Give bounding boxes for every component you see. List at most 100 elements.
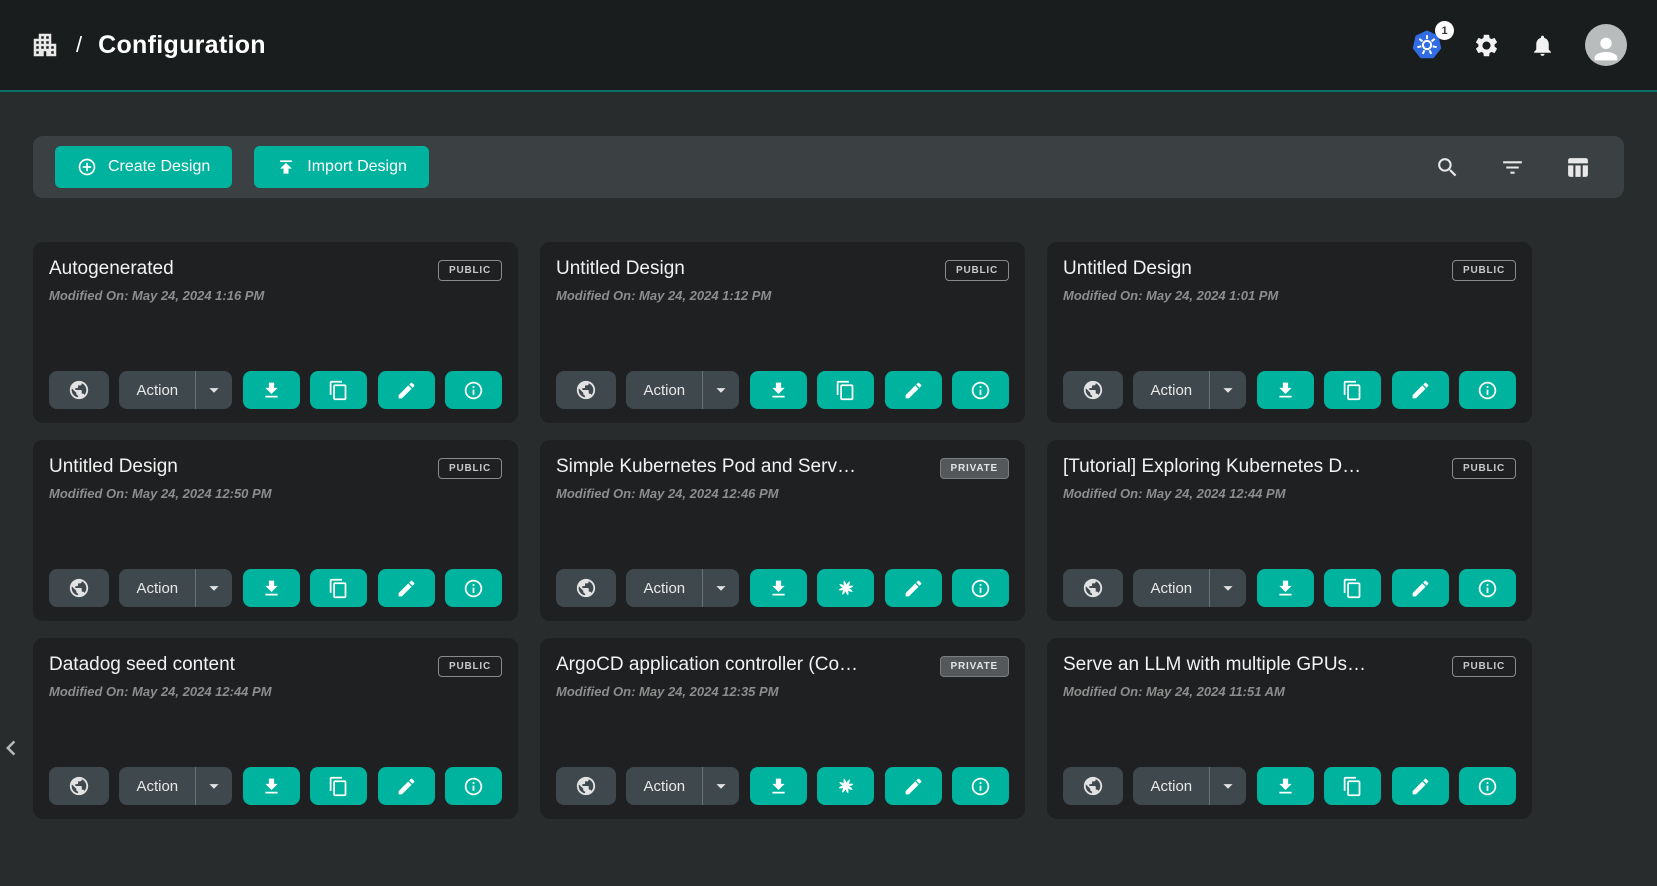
download-button[interactable] <box>243 767 300 805</box>
info-button[interactable] <box>1459 569 1516 607</box>
table-view-button[interactable] <box>1565 155 1590 180</box>
action-button[interactable]: Action <box>626 569 702 607</box>
user-avatar[interactable] <box>1585 24 1627 66</box>
visibility-globe-button[interactable] <box>49 767 109 805</box>
design-card[interactable]: Untitled Design PUBLIC Modified On: May … <box>1047 242 1532 423</box>
visibility-globe-button[interactable] <box>556 569 616 607</box>
clone-button[interactable] <box>1324 767 1381 805</box>
action-dropdown-button[interactable] <box>703 767 739 805</box>
action-button[interactable]: Action <box>119 569 195 607</box>
edit-button[interactable] <box>378 767 435 805</box>
card-actions: Action <box>49 371 502 409</box>
edit-button[interactable] <box>378 569 435 607</box>
design-card[interactable]: Autogenerated PUBLIC Modified On: May 24… <box>33 242 518 423</box>
action-split-button: Action <box>626 371 739 409</box>
kubernetes-context-button[interactable]: 1 <box>1411 29 1443 61</box>
pencil-icon <box>903 380 924 401</box>
action-dropdown-button[interactable] <box>196 371 232 409</box>
action-button[interactable]: Action <box>626 371 702 409</box>
collapse-panel-chevron[interactable] <box>0 733 26 763</box>
search-button[interactable] <box>1435 155 1460 180</box>
download-button[interactable] <box>1257 767 1314 805</box>
download-icon <box>768 380 789 401</box>
action-button[interactable]: Action <box>626 767 702 805</box>
design-card[interactable]: ArgoCD application controller (Co… PRIVA… <box>540 638 1025 819</box>
design-card[interactable]: Untitled Design PUBLIC Modified On: May … <box>540 242 1025 423</box>
card-actions: Action <box>556 569 1009 607</box>
design-grid: Autogenerated PUBLIC Modified On: May 24… <box>33 242 1532 819</box>
clone-button[interactable] <box>817 371 874 409</box>
info-icon <box>463 578 484 599</box>
action-button[interactable]: Action <box>119 767 195 805</box>
info-button[interactable] <box>952 767 1009 805</box>
design-card[interactable]: Untitled Design PUBLIC Modified On: May … <box>33 440 518 621</box>
action-button[interactable]: Action <box>1133 767 1209 805</box>
clone-button[interactable] <box>310 569 367 607</box>
action-dropdown-button[interactable] <box>196 569 232 607</box>
clone-button[interactable] <box>310 371 367 409</box>
organization-building-icon[interactable] <box>30 30 60 60</box>
design-card[interactable]: Serve an LLM with multiple GPUs… PUBLIC … <box>1047 638 1532 819</box>
clone-button[interactable] <box>1324 371 1381 409</box>
pencil-icon <box>396 776 417 797</box>
download-button[interactable] <box>750 569 807 607</box>
visibility-globe-button[interactable] <box>1063 569 1123 607</box>
info-button[interactable] <box>445 767 502 805</box>
info-button[interactable] <box>445 569 502 607</box>
edit-button[interactable] <box>1392 767 1449 805</box>
globe-icon <box>1082 379 1104 401</box>
download-button[interactable] <box>1257 371 1314 409</box>
edit-button[interactable] <box>378 371 435 409</box>
visibility-globe-button[interactable] <box>556 767 616 805</box>
action-dropdown-button[interactable] <box>1210 767 1246 805</box>
action-dropdown-button[interactable] <box>1210 569 1246 607</box>
info-button[interactable] <box>1459 371 1516 409</box>
design-card[interactable]: Simple Kubernetes Pod and Serv… PRIVATE … <box>540 440 1025 621</box>
clone-button[interactable] <box>310 767 367 805</box>
info-button[interactable] <box>445 371 502 409</box>
meshery-deploy-button[interactable] <box>817 767 874 805</box>
meshery-deploy-button[interactable] <box>817 569 874 607</box>
download-button[interactable] <box>750 371 807 409</box>
edit-button[interactable] <box>1392 569 1449 607</box>
import-design-button[interactable]: Import Design <box>254 146 429 188</box>
action-button[interactable]: Action <box>119 371 195 409</box>
download-button[interactable] <box>243 569 300 607</box>
create-design-button[interactable]: Create Design <box>55 146 232 188</box>
info-button[interactable] <box>952 371 1009 409</box>
copy-icon <box>1342 578 1363 599</box>
edit-button[interactable] <box>885 371 942 409</box>
chevron-down-icon <box>1217 577 1239 599</box>
design-card[interactable]: [Tutorial] Exploring Kubernetes D… PUBLI… <box>1047 440 1532 621</box>
chevron-down-icon <box>1217 379 1239 401</box>
clone-button[interactable] <box>1324 569 1381 607</box>
action-dropdown-button[interactable] <box>196 767 232 805</box>
action-button[interactable]: Action <box>1133 569 1209 607</box>
edit-button[interactable] <box>885 569 942 607</box>
info-button[interactable] <box>952 569 1009 607</box>
action-button[interactable]: Action <box>1133 371 1209 409</box>
edit-button[interactable] <box>1392 371 1449 409</box>
settings-button[interactable] <box>1473 32 1500 59</box>
visibility-globe-button[interactable] <box>49 569 109 607</box>
visibility-globe-button[interactable] <box>556 371 616 409</box>
download-button[interactable] <box>750 767 807 805</box>
action-dropdown-button[interactable] <box>703 569 739 607</box>
visibility-badge: PUBLIC <box>438 260 502 281</box>
edit-button[interactable] <box>885 767 942 805</box>
info-button[interactable] <box>1459 767 1516 805</box>
download-button[interactable] <box>243 371 300 409</box>
modified-on: Modified On: May 24, 2024 12:44 PM <box>1063 486 1516 501</box>
globe-icon <box>575 379 597 401</box>
visibility-globe-button[interactable] <box>49 371 109 409</box>
visibility-badge: PRIVATE <box>940 458 1009 479</box>
download-button[interactable] <box>1257 569 1314 607</box>
design-card[interactable]: Datadog seed content PUBLIC Modified On:… <box>33 638 518 819</box>
action-dropdown-button[interactable] <box>1210 371 1246 409</box>
globe-icon <box>68 577 90 599</box>
notifications-button[interactable] <box>1530 33 1555 58</box>
visibility-globe-button[interactable] <box>1063 371 1123 409</box>
visibility-globe-button[interactable] <box>1063 767 1123 805</box>
action-dropdown-button[interactable] <box>703 371 739 409</box>
filter-button[interactable] <box>1500 155 1525 180</box>
